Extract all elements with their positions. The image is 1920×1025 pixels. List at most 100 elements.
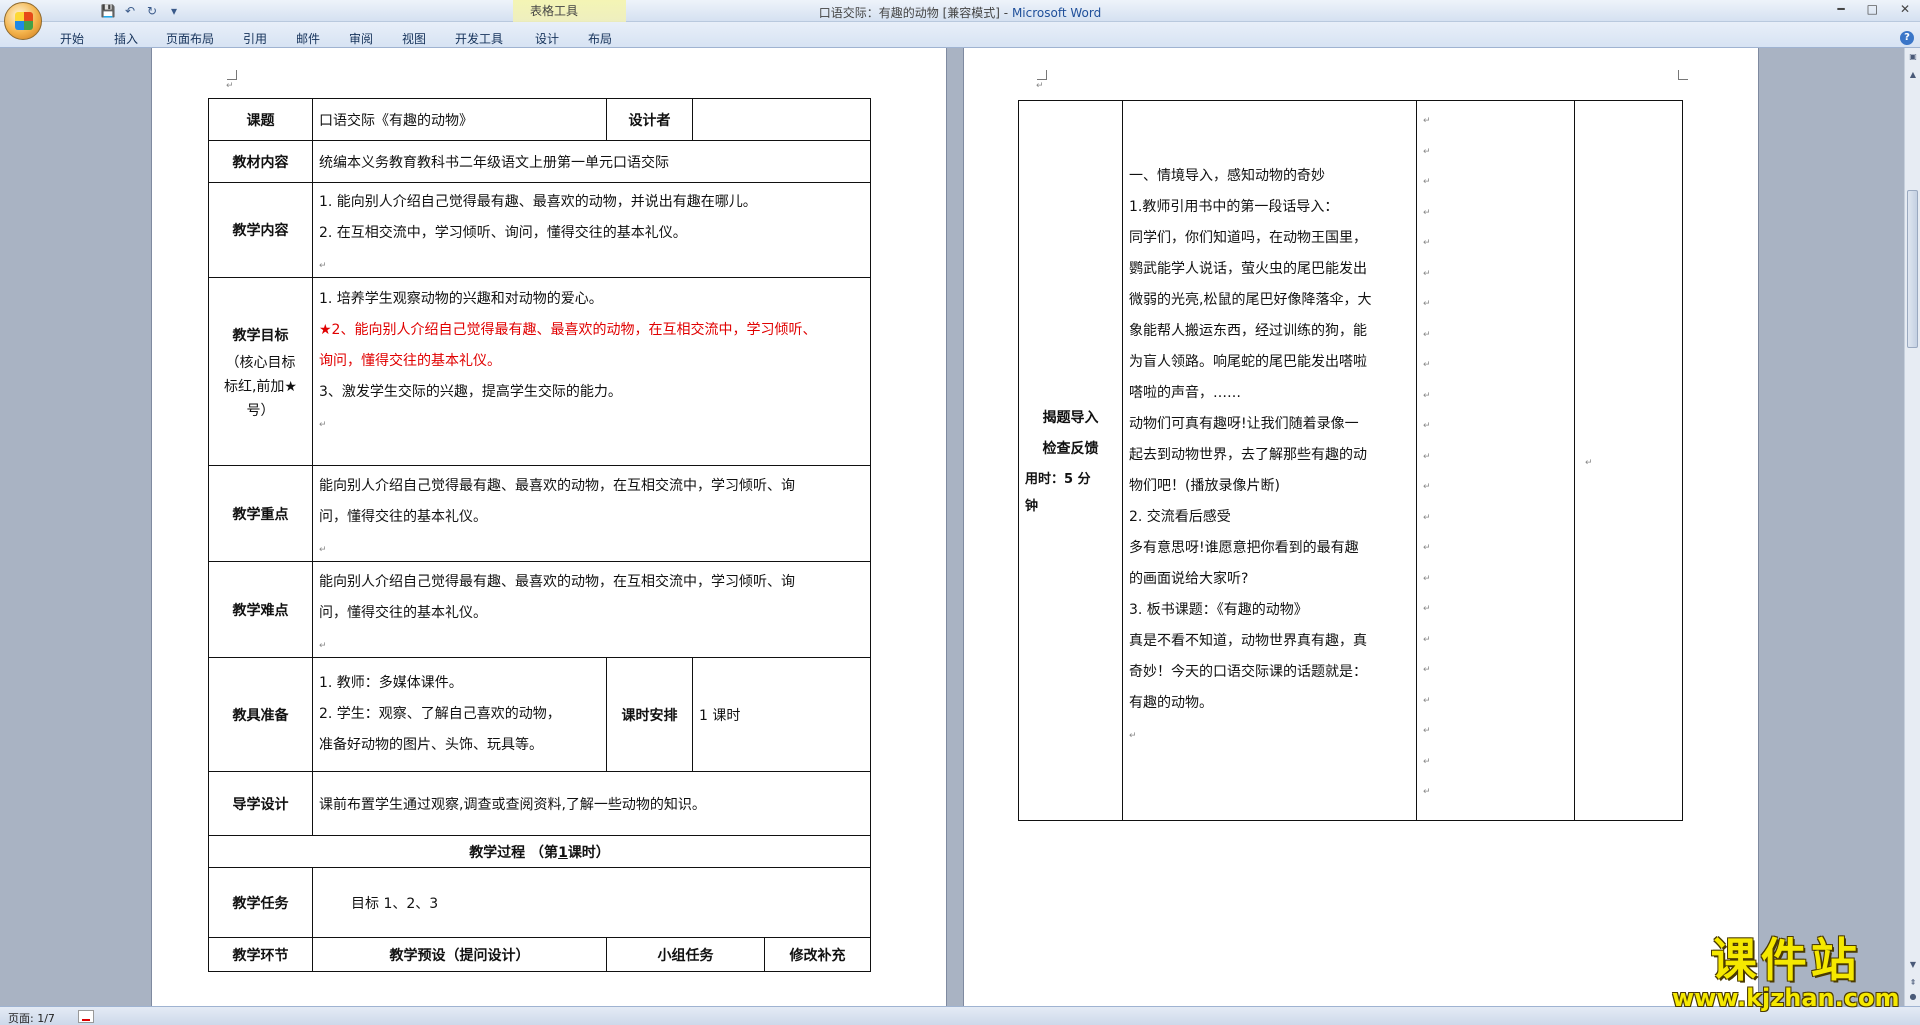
table-row: 课题 口语交际《有趣的动物》 设计者 (208, 98, 871, 141)
tab-references[interactable]: 引用 (243, 30, 267, 47)
designer-value[interactable] (692, 98, 871, 141)
revision-cell[interactable] (1574, 100, 1683, 821)
design-line: 鹦武能学人说话，萤火虫的尾巴能发出 (1129, 261, 1367, 277)
revision-col-header: 修改补充 (764, 937, 871, 972)
paragraph-mark (1423, 355, 1568, 386)
tab-page-layout[interactable]: 页面布局 (166, 30, 214, 47)
table-row: 教学难点 能向别人介绍自己觉得最有趣、最喜欢的动物，在互相交流中，学习倾听、询 … (208, 561, 871, 658)
paragraph-mark (1423, 477, 1568, 508)
topic-header: 课题 (208, 98, 313, 141)
duration-label: 用时：5 分 (1025, 471, 1091, 487)
design-line: 嗒啦的声音，…… (1129, 385, 1241, 401)
office-logo-icon (15, 12, 33, 30)
previous-page-icon[interactable]: ⇞ (1908, 978, 1918, 987)
crop-mark (1037, 70, 1047, 80)
paragraph-mark (1423, 172, 1568, 203)
watermark: 课件站 www.kjzhan.com (1672, 924, 1899, 1012)
paragraph-mark (1423, 294, 1568, 325)
paragraph-mark (1423, 447, 1568, 478)
page-indicator[interactable]: 页面: 1/7 (8, 1010, 55, 1025)
tools-header: 教具准备 (208, 657, 313, 772)
scrollbar-thumb[interactable] (1907, 190, 1918, 348)
paragraph-mark (1423, 660, 1568, 691)
window-controls: ━ □ ✕ (1837, 2, 1910, 16)
key-points-line: 能向别人介绍自己觉得最有趣、最喜欢的动物，在互相交流中，学习倾听、询 (319, 477, 795, 494)
group-task-cell[interactable] (1416, 100, 1575, 821)
ribbon-tabs: 开始 插入 页面布局 引用 邮件 审阅 视图 开发工具 设计 布局 (0, 22, 1920, 48)
design-line: 3. 板书课题：《有趣的动物》 (1129, 602, 1308, 618)
designer-header: 设计者 (606, 98, 693, 141)
process-heading-suffix: 课时） (567, 844, 610, 861)
scroll-down-icon[interactable]: ▼ (1908, 960, 1918, 969)
paragraph-marks-column (1423, 111, 1568, 813)
lesson-plan-table: 课题 口语交际《有趣的动物》 设计者 教材内容 统编本义务教育教科书二年级语文上… (208, 98, 871, 972)
tab-developer[interactable]: 开发工具 (455, 30, 503, 47)
tab-layout[interactable]: 布局 (588, 30, 612, 47)
stage-cell[interactable]: 揭题导入 检查反馈 用时：5 分 钟 (1018, 100, 1123, 821)
material-value[interactable]: 统编本义务教育教科书二年级语文上册第一单元口语交际 (312, 140, 871, 183)
guide-value[interactable]: 课前布置学生通过观察,调查或查阅资料,了解一些动物的知识。 (312, 771, 871, 836)
design-line: 多有意思呀!谁愿意把你看到的最有趣 (1129, 540, 1359, 556)
table-row: 教学环节 教学预设（提问设计） 小组任务 修改补充 (208, 937, 871, 972)
office-button[interactable] (4, 2, 42, 40)
difficulty-value[interactable]: 能向别人介绍自己觉得最有趣、最喜欢的动物，在互相交流中，学习倾听、询 问，懂得交… (312, 561, 871, 658)
tab-home[interactable]: 开始 (60, 30, 84, 47)
task-header: 教学任务 (208, 867, 313, 938)
paragraph-mark (1423, 721, 1568, 752)
objectives-note: （核心目标 (225, 354, 296, 371)
content-line: 1. 能向别人介绍自己觉得最有趣、最喜欢的动物，并说出有趣在哪儿。 (319, 194, 757, 210)
topic-value[interactable]: 口语交际《有趣的动物》 (312, 98, 607, 141)
key-points-value[interactable]: 能向别人介绍自己觉得最有趣、最喜欢的动物，在互相交流中，学习倾听、询 问，懂得交… (312, 465, 871, 562)
tab-insert[interactable]: 插入 (114, 30, 138, 47)
scroll-up-icon[interactable]: ▲ (1908, 70, 1918, 79)
paragraph-mark-line (1129, 719, 1410, 752)
design-line: 2. 交流看后感受 (1129, 509, 1231, 525)
objectives-note: 号） (246, 402, 275, 419)
tab-design[interactable]: 设计 (535, 30, 559, 47)
objectives-value[interactable]: 1. 培养学生观察动物的兴趣和对动物的爱心。 ★2、能向别人介绍自己觉得最有趣、… (312, 277, 871, 466)
table-row: 教材内容 统编本义务教育教科书二年级语文上册第一单元口语交际 (208, 140, 871, 183)
maximize-icon[interactable]: □ (1867, 2, 1878, 16)
design-cell[interactable]: 一、情境导入，感知动物的奇妙 1.教师引用书中的第一段话导入： 同学们，你们知道吗，… (1122, 100, 1417, 821)
paragraph-mark-line (319, 408, 864, 441)
tab-review[interactable]: 审阅 (349, 30, 373, 47)
browse-object-icon[interactable]: ● (1908, 992, 1918, 1001)
task-value[interactable]: 目标 1、2、3 (312, 867, 871, 938)
title-separator: - (999, 6, 1012, 20)
guide-header: 导学设计 (208, 771, 313, 836)
design-line: 真是不看不知道，动物世界真有趣，真 (1129, 633, 1367, 649)
paragraph-mark (1423, 508, 1568, 539)
schedule-value[interactable]: 1 课时 (692, 657, 871, 772)
tools-value[interactable]: 1. 教师：多媒体课件。 2. 学生：观察、了解自己喜欢的动物， 准备好动物的图… (312, 657, 607, 772)
process-heading-prefix: 教学过程 （第 (469, 844, 559, 861)
table-row: 教学过程 （第1课时） (208, 835, 871, 868)
difficulty-line: 能向别人介绍自己觉得最有趣、最喜欢的动物，在互相交流中，学习倾听、询 (319, 573, 795, 590)
table-row: 教学任务 目标 1、2、3 (208, 867, 871, 938)
tab-view[interactable]: 视图 (402, 30, 426, 47)
objectives-header-cell: 教学目标 （核心目标 标红,前加★ 号） (208, 277, 313, 466)
content-header: 教学内容 (208, 182, 313, 278)
table-row: 教学重点 能向别人介绍自己觉得最有趣、最喜欢的动物，在互相交流中，学习倾听、询 … (208, 465, 871, 562)
ruler-toggle-icon[interactable]: ▣ (1908, 52, 1918, 61)
content-value[interactable]: 1. 能向别人介绍自己觉得最有趣、最喜欢的动物，并说出有趣在哪儿。 2. 在互相… (312, 182, 871, 278)
lesson-number[interactable]: 1 (558, 845, 568, 861)
tools-line: 1. 教师：多媒体课件。 (319, 675, 463, 691)
page-2: 揭题导入 检查反馈 用时：5 分 钟 一、情境导入，感知动物的奇妙 1.教师引用书… (964, 48, 1758, 1008)
paragraph-mark (1423, 630, 1568, 661)
contextual-tab-label: 表格工具 (530, 4, 579, 18)
paragraph-mark (1423, 233, 1568, 264)
table-row: 教具准备 1. 教师：多媒体课件。 2. 学生：观察、了解自己喜欢的动物， 准备… (208, 657, 871, 772)
close-icon[interactable]: ✕ (1900, 2, 1910, 16)
proofing-icon[interactable] (78, 1010, 94, 1023)
design-content: 一、情境导入，感知动物的奇妙 1.教师引用书中的第一段话导入： 同学们，你们知道吗，… (1129, 161, 1410, 719)
design-line: 一、情境导入，感知动物的奇妙 (1129, 168, 1325, 184)
vertical-scrollbar[interactable]: ▣ ▲ ▼ ⇞ ● (1904, 48, 1920, 1008)
document-workspace: 课题 口语交际《有趣的动物》 设计者 教材内容 统编本义务教育教科书二年级语文上… (0, 48, 1904, 1008)
paragraph-mark (1423, 142, 1568, 173)
core-objective-line: ★2、能向别人介绍自己觉得最有趣、最喜欢的动物，在互相交流中，学习倾听、 (319, 322, 817, 338)
table-row: 教学内容 1. 能向别人介绍自己觉得最有趣、最喜欢的动物，并说出有趣在哪儿。 2… (208, 182, 871, 278)
help-icon[interactable]: ? (1900, 31, 1914, 45)
tab-mailings[interactable]: 邮件 (296, 30, 320, 47)
paragraph-mark (1423, 386, 1568, 417)
minimize-icon[interactable]: ━ (1837, 2, 1844, 16)
